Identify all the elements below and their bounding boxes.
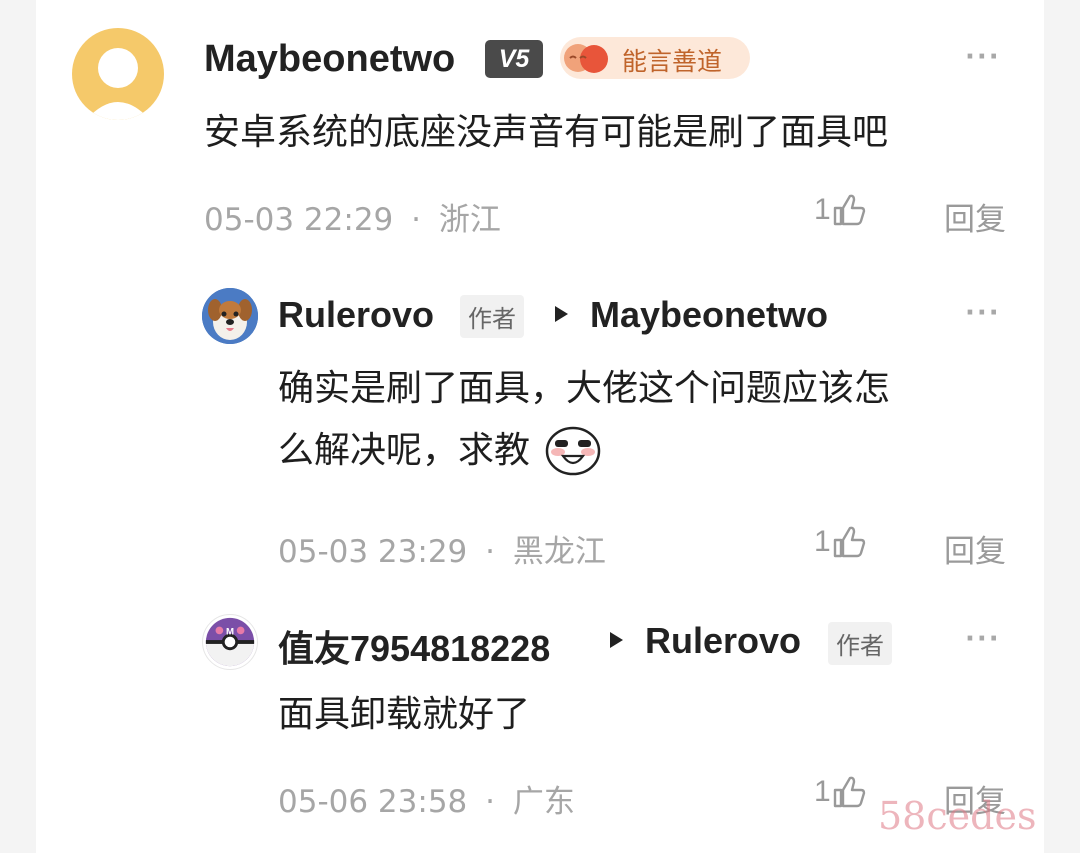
reply-arrow-icon <box>610 632 623 648</box>
avatar[interactable] <box>202 288 258 344</box>
comment-text: 面具卸载就好了 <box>278 694 531 735</box>
author-tag: 作者 <box>828 622 892 665</box>
author-tag: 作者 <box>460 295 524 338</box>
like-count: 1 <box>814 775 831 808</box>
comment-meta: 05-06 23:58 · 广东 <box>278 776 575 821</box>
location: 浙江 <box>438 202 501 238</box>
laughing-emoji-icon <box>545 426 601 476</box>
like-button[interactable]: 1 <box>814 192 867 228</box>
reply-button[interactable]: 回复 <box>944 194 1006 239</box>
more-icon[interactable]: ··· <box>965 42 1001 72</box>
comment-meta: 05-03 22:29 · 浙江 <box>204 194 501 239</box>
meta-separator: · <box>485 534 495 570</box>
comment-text: 确实是刷了面具，大佬这个问题应该怎 么解决呢，求教 <box>278 358 998 482</box>
comment-text-line-1: 确实是刷了面具，大佬这个问题应该怎 <box>278 368 891 409</box>
location: 黑龙江 <box>512 534 606 570</box>
comment-meta: 05-03 23:29 · 黑龙江 <box>278 526 606 571</box>
reply-button[interactable]: 回复 <box>944 526 1006 571</box>
location: 广东 <box>512 784 575 820</box>
meta-separator: · <box>485 784 495 820</box>
avatar[interactable] <box>72 28 164 120</box>
like-button[interactable]: 1 <box>814 774 867 810</box>
comment-text: 安卓系统的底座没声音有可能是刷了面具吧 <box>204 112 889 153</box>
timestamp: 05-03 22:29 <box>204 202 394 238</box>
timestamp: 05-03 23:29 <box>278 534 468 570</box>
more-icon[interactable]: ··· <box>965 298 1001 328</box>
thumbs-up-icon <box>833 526 865 558</box>
thumbs-up-icon <box>833 776 865 808</box>
honor-badge: 能言善道 <box>560 37 750 79</box>
comment-text-line-2: 么解决呢，求教 <box>278 430 531 471</box>
username[interactable]: 值友7954818228 <box>278 620 550 672</box>
meta-separator: · <box>411 202 421 238</box>
dog-avatar-icon <box>202 288 258 344</box>
like-button[interactable]: 1 <box>814 524 867 560</box>
reply-to-username[interactable]: Maybeonetwo <box>590 294 828 336</box>
level-badge: V5 <box>485 40 543 78</box>
like-count: 1 <box>814 193 831 226</box>
username[interactable]: Rulerovo <box>278 294 434 336</box>
timestamp: 05-06 23:58 <box>278 784 468 820</box>
honor-badge-icon <box>564 44 608 73</box>
svg-text:M: M <box>226 626 234 637</box>
reply-arrow-icon <box>555 306 568 322</box>
like-count: 1 <box>814 525 831 558</box>
pokeball-avatar-icon: M <box>205 617 255 667</box>
username[interactable]: Maybeonetwo <box>204 38 455 81</box>
default-avatar-icon <box>86 48 150 120</box>
honor-badge-label: 能言善道 <box>622 47 723 76</box>
more-icon[interactable]: ··· <box>965 624 1001 654</box>
avatar[interactable]: M <box>202 614 258 670</box>
reply-to-username[interactable]: Rulerovo <box>645 620 801 662</box>
watermark: 58cedes <box>878 794 1037 838</box>
comment-text-line-2-wrap: 么解决呢，求教 <box>278 420 998 482</box>
thumbs-up-icon <box>833 194 865 226</box>
